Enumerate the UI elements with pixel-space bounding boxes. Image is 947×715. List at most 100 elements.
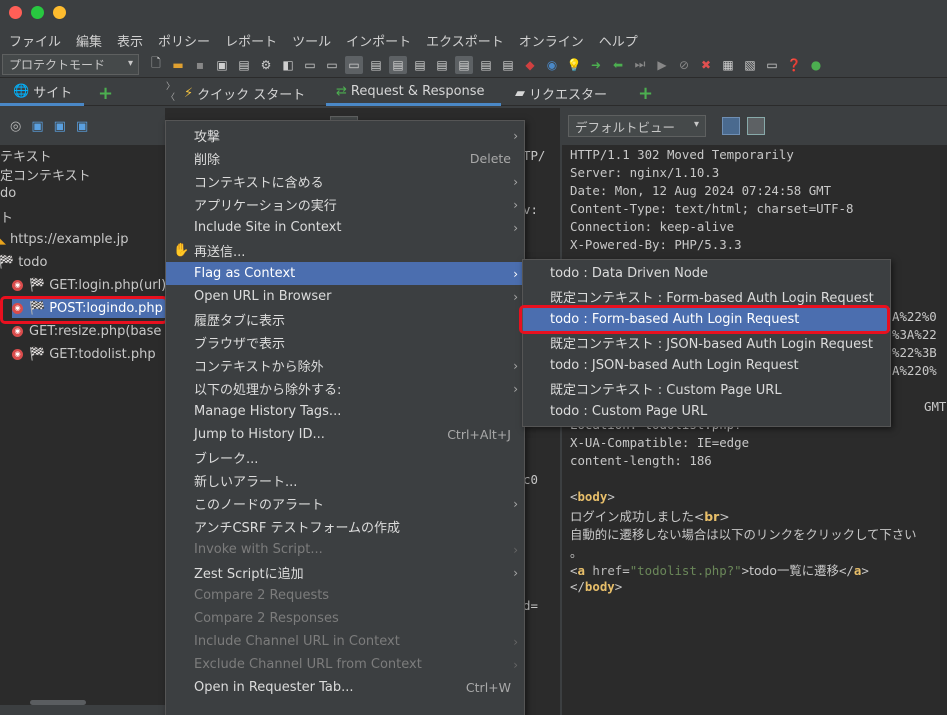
console-icon[interactable]: ▭ <box>763 56 781 74</box>
play-icon[interactable]: ▶ <box>653 56 671 74</box>
menu-item-show-browser[interactable]: ブラウザで表示 <box>166 331 524 354</box>
tab-selected-icon[interactable]: ▤ <box>455 55 473 74</box>
tab-sites[interactable]: 🌐 サイト <box>0 80 84 106</box>
close-window-button[interactable] <box>9 6 22 19</box>
submenu-item[interactable]: todo : JSON-based Auth Login Request <box>523 354 890 377</box>
menu-item-show-history[interactable]: 履歴タブに表示 <box>166 308 524 331</box>
menu-item-jump-history[interactable]: Jump to History ID... Ctrl+Alt+J <box>166 423 524 446</box>
menu-item-anti-csrf[interactable]: アンチCSRF テストフォームの作成 <box>166 515 524 538</box>
maximize-window-button[interactable] <box>31 6 44 19</box>
tree-item-request[interactable]: ◉ 🏁 GET:todolist.php <box>12 344 156 364</box>
import-context-icon[interactable]: ▣ <box>54 119 66 134</box>
menu-edit[interactable]: 編集 <box>76 31 102 50</box>
menu-item-exclude-channel[interactable]: Exclude Channel URL from Context › <box>166 653 524 676</box>
menu-item-delete[interactable]: 削除 Delete <box>166 147 524 170</box>
tab-scroll-arrows-icon[interactable]: 〉〈 <box>166 82 175 104</box>
drop-icon[interactable]: ✖ <box>697 56 715 74</box>
menu-policy[interactable]: ポリシー <box>158 31 210 50</box>
menu-item-compare-requests[interactable]: Compare 2 Requests <box>166 584 524 607</box>
mode-select[interactable]: プロテクトモード ▾ <box>2 54 139 75</box>
lightbulb-icon[interactable]: 💡 <box>565 56 583 74</box>
layout-toggle-icon[interactable] <box>747 117 765 135</box>
menu-item-manage-tags[interactable]: Manage History Tags... <box>166 400 524 423</box>
menu-item-open-requester[interactable]: Open in Requester Tab... Ctrl+W <box>166 676 524 699</box>
target-icon[interactable]: ◎ <box>10 119 21 134</box>
layout-vertical-icon[interactable]: ▤ <box>389 55 407 74</box>
submenu-item[interactable]: 既定コンテキスト : Custom Page URL <box>523 377 890 400</box>
tree-item-site[interactable]: ◣ https://example.jp <box>0 229 129 249</box>
layout-toggle-icon[interactable] <box>722 117 740 135</box>
panel-alt-icon[interactable]: ▤ <box>499 56 517 74</box>
menu-item-invoke-script[interactable]: Invoke with Script... › <box>166 538 524 561</box>
help-icon[interactable]: ❓ <box>785 56 803 74</box>
response-view-select[interactable]: デフォルトビュー ▾ <box>568 115 706 137</box>
menu-item-exclude-context[interactable]: コンテキストから除外 › <box>166 354 524 377</box>
panel-icon[interactable]: ▤ <box>477 56 495 74</box>
hud-icon[interactable]: ▧ <box>741 56 759 74</box>
menu-item-flag-as-context[interactable]: Flag as Context › <box>166 262 524 285</box>
menu-item-new-alert[interactable]: 新しいアラート... <box>166 469 524 492</box>
menu-file[interactable]: ファイル <box>9 31 61 50</box>
submenu-item[interactable]: todo : Custom Page URL <box>523 400 890 423</box>
add-site-tab-button[interactable]: + <box>98 80 113 106</box>
session-properties-icon[interactable]: ▤ <box>235 56 253 74</box>
tab-requester[interactable]: ▰ リクエスター <box>511 80 621 106</box>
tree-item[interactable]: 定コンテキスト <box>0 164 91 184</box>
menu-item-resend[interactable]: ✋ 再送信... <box>166 239 524 262</box>
menu-item-run-application[interactable]: アプリケーションの実行 › <box>166 193 524 216</box>
horizontal-scrollbar[interactable] <box>30 700 86 705</box>
submenu-item[interactable]: todo : Data Driven Node <box>523 262 890 285</box>
stop-icon[interactable]: ⊘ <box>675 56 693 74</box>
menu-item-zest-script[interactable]: Zest Scriptに追加 › <box>166 561 524 584</box>
snapshot-icon[interactable]: ▣ <box>213 56 231 74</box>
layout-icon[interactable]: ◧ <box>279 56 297 74</box>
tree-item[interactable]: ト <box>0 206 13 226</box>
arrow-right-icon[interactable]: ➜ <box>587 56 605 74</box>
proxy-icon[interactable]: ◉ <box>543 56 561 74</box>
scope-icon[interactable]: ◆ <box>521 56 539 74</box>
menu-view[interactable]: 表示 <box>117 31 143 50</box>
menu-item-attack[interactable]: 攻撃 › <box>166 124 524 147</box>
submenu-item[interactable]: 既定コンテキスト : JSON-based Auth Login Request <box>523 331 890 354</box>
export-context-icon[interactable]: ▣ <box>76 119 88 134</box>
tab-icon[interactable]: ▤ <box>433 56 451 74</box>
status-icon[interactable]: ● <box>807 56 825 74</box>
break-points-icon[interactable]: ▦ <box>719 56 737 74</box>
step-icon[interactable]: ⏭ <box>631 56 649 74</box>
show-tabs-icon[interactable]: ▤ <box>411 56 429 74</box>
layout-full-icon[interactable]: ▭ <box>301 56 319 74</box>
menu-item-compare-responses[interactable]: Compare 2 Responses <box>166 607 524 630</box>
menu-import[interactable]: インポート <box>346 31 411 50</box>
menu-item-break[interactable]: ブレーク... <box>166 446 524 469</box>
menu-online[interactable]: オンライン <box>519 31 584 50</box>
gear-icon[interactable]: ⚙ <box>257 56 275 74</box>
minimize-window-button[interactable] <box>53 6 66 19</box>
menu-item-node-alerts[interactable]: このノードのアラート › <box>166 492 524 515</box>
new-context-icon[interactable]: ▣ <box>31 119 43 134</box>
response-viewer[interactable]: HTTP/1.1 302 Moved Temporarily Server: n… <box>562 145 947 715</box>
tree-item[interactable]: テキスト <box>0 145 52 165</box>
tab-quick-start[interactable]: ⚡ クイック スタート <box>170 80 316 106</box>
menu-item-include-site[interactable]: Include Site in Context › <box>166 216 524 239</box>
tree-item[interactable]: do <box>0 183 16 203</box>
tab-request-response[interactable]: ⇄ Request & Response <box>326 80 501 106</box>
menu-report[interactable]: レポート <box>225 31 277 50</box>
menu-item-open-in-browser[interactable]: Open URL in Browser › <box>166 285 524 308</box>
tree-item-folder[interactable]: 🏁 todo <box>0 252 47 272</box>
tree-item-request[interactable]: ◉ GET:resize.php(base <box>12 321 161 341</box>
open-session-icon[interactable]: ▬ <box>169 56 187 74</box>
menu-item-include-context[interactable]: コンテキストに含める › <box>166 170 524 193</box>
layout-tabs-icon[interactable]: ▭ <box>323 56 341 74</box>
menu-help[interactable]: ヘルプ <box>599 31 638 50</box>
add-tab-button[interactable]: + <box>638 80 653 106</box>
new-session-icon[interactable]: 🗋 <box>147 56 165 74</box>
menu-item-include-channel[interactable]: Include Channel URL in Context › <box>166 630 524 653</box>
menu-export[interactable]: エクスポート <box>426 31 504 50</box>
tree-item-request[interactable]: ◉ 🏁 GET:login.php(url) <box>12 275 166 295</box>
layout-horizontal-icon[interactable]: ▤ <box>367 56 385 74</box>
arrow-left-icon[interactable]: ⬅ <box>609 56 627 74</box>
menu-item-exclude-from[interactable]: 以下の処理から除外する: › <box>166 377 524 400</box>
layout-split-icon[interactable]: ▭ <box>345 55 363 74</box>
menu-tools[interactable]: ツール <box>292 31 331 50</box>
save-session-icon[interactable]: ▪ <box>191 56 209 74</box>
